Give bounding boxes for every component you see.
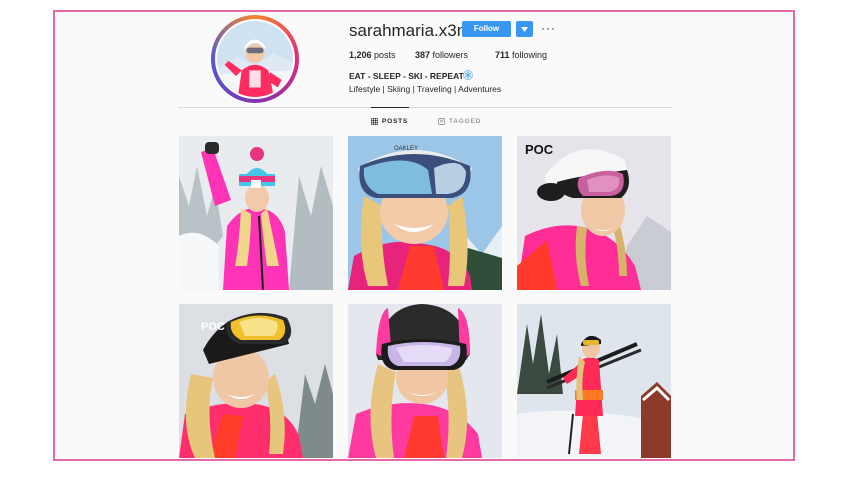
grid-icon: [371, 118, 378, 125]
svg-text:POC: POC: [201, 321, 225, 333]
bio-name: EAT - SLEEP - SKI - REPEAT: [349, 71, 464, 81]
svg-text:POC: POC: [525, 142, 554, 157]
post-thumbnail[interactable]: POC: [517, 136, 671, 290]
post-thumbnail[interactable]: [348, 304, 502, 458]
following-label[interactable]: following: [512, 50, 547, 60]
tab-tagged[interactable]: TAGGED: [438, 118, 481, 125]
username: sarahmaria.x3na: [349, 21, 476, 40]
followers-stat[interactable]: 387 followers: [415, 50, 468, 60]
posts-count: 1,206: [349, 50, 372, 60]
following-stat[interactable]: 711 following: [495, 50, 547, 60]
tabs-divider: [178, 107, 672, 108]
followers-label[interactable]: followers: [433, 50, 469, 60]
avatar[interactable]: [215, 19, 295, 99]
snowflake-icon: [463, 70, 473, 80]
following-count[interactable]: 711: [495, 50, 510, 60]
bio-text: Lifestyle | Skiing | Traveling | Adventu…: [349, 84, 502, 94]
post-thumbnail[interactable]: OAKLEY: [348, 136, 502, 290]
tag-icon: [438, 118, 445, 125]
posts-label: posts: [374, 50, 396, 60]
svg-text:OAKLEY: OAKLEY: [394, 146, 418, 152]
tab-posts-label: POSTS: [382, 118, 409, 125]
suggestions-dropdown-button[interactable]: [516, 21, 533, 37]
active-tab-indicator: [371, 107, 409, 108]
tab-tagged-label: TAGGED: [449, 118, 482, 125]
posts-stat: 1,206 posts: [349, 50, 396, 60]
followers-count[interactable]: 387: [415, 50, 430, 60]
more-options-button[interactable]: ···: [541, 21, 556, 35]
post-thumbnail[interactable]: [179, 136, 333, 290]
chevron-down-icon: [521, 26, 528, 32]
post-thumbnail[interactable]: [517, 304, 671, 458]
post-thumbnail[interactable]: POC: [179, 304, 333, 458]
story-ring[interactable]: [211, 15, 299, 103]
tab-posts[interactable]: POSTS: [371, 118, 408, 125]
follow-button[interactable]: Follow: [462, 21, 511, 37]
